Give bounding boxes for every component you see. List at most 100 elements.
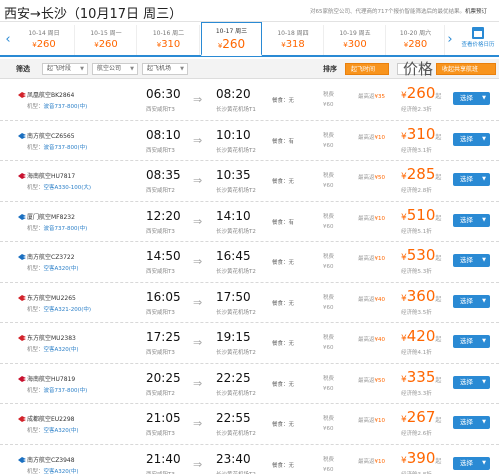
departure-airport: 西安咸阳T3 — [146, 470, 175, 474]
cashback-label: 最高返 — [358, 175, 375, 181]
cashback-promo: 最高返¥10 — [358, 457, 385, 465]
date-tab[interactable]: 10-20 周六 ¥280 — [387, 25, 445, 55]
cashback-label: 最高返 — [358, 377, 375, 384]
select-flight-button[interactable]: 选择 ▼ — [453, 335, 490, 348]
filter-bar: 筛选 起飞时段 ▼ 航空公司 ▼ 起飞机场 ▼ 排序 起飞时间 价格 收起共享航班 — [0, 59, 499, 79]
tax-value: ¥60 — [323, 426, 334, 432]
plane-model-link[interactable]: 空客A321-200(中) — [44, 307, 92, 313]
dep-airport-filter[interactable]: 起飞机场 ▼ — [142, 63, 188, 75]
date-tab[interactable]: 10-15 周一 ¥260 — [76, 25, 137, 55]
date-tab[interactable]: 10-16 周二 ¥310 — [138, 25, 200, 55]
arrival-airport: 长沙黄花机场T2 — [216, 188, 256, 194]
select-flight-button[interactable]: 选择 ▼ — [453, 416, 490, 429]
date-tab[interactable]: 10-18 周四 ¥318 — [263, 25, 324, 55]
sort-by-price-button[interactable]: 价格 — [397, 62, 433, 77]
select-flight-button[interactable]: 选择 ▼ — [453, 294, 490, 308]
plane-model-link[interactable]: 空客A330-100(大) — [44, 185, 92, 191]
ticket-price: ¥285起 — [401, 165, 441, 183]
plane-model-link[interactable]: 空客A320(中) — [44, 469, 79, 474]
select-flight-button[interactable]: 选择 ▼ — [453, 132, 490, 146]
select-flight-button[interactable]: 选择 ▼ — [453, 375, 490, 389]
airline-flight-number: 厦门航空MF8232 — [27, 213, 75, 221]
flight-row: 厦门航空MF8232 机型：波音737-800(中) 12:20 西安咸阳T3 ⇒ 14:… — [0, 202, 499, 242]
date-tab[interactable]: 10-19 周五 ¥300 — [325, 25, 386, 55]
plane-model-link[interactable]: 空客A320(中) — [44, 347, 79, 353]
select-flight-button[interactable]: 选择 ▼ — [453, 213, 490, 227]
select-flight-button[interactable]: 选择 ▼ — [453, 254, 490, 267]
plane-model-label: 机型： — [27, 144, 44, 151]
arrival-time: 14:10 — [216, 208, 251, 223]
dep-time-filter[interactable]: 起飞时段 ▼ — [42, 63, 88, 75]
cashback-promo: 最高返¥10 — [358, 416, 385, 424]
chevron-down-icon: ▼ — [482, 95, 486, 101]
date-tab-price-value: 260 — [98, 39, 118, 50]
notice-link[interactable]: 机票预订 — [465, 9, 487, 15]
date-tab-price: ¥300 — [325, 39, 385, 50]
plane-model-link[interactable]: 波音737-800(中) — [44, 388, 88, 394]
tax-value: ¥60 — [323, 264, 334, 270]
plane-model: 机型：波音737-800(中) — [27, 102, 87, 110]
chevron-down-icon: ▼ — [482, 419, 486, 425]
arrival-airport: 长沙黄花机场T1 — [216, 107, 256, 113]
sort-by-time-button[interactable]: 起飞时间 — [345, 63, 389, 75]
airline-filter-label: 航空公司 — [97, 65, 122, 72]
select-flight-button[interactable]: 选择 ▼ — [453, 92, 490, 105]
airline-logo-icon — [18, 254, 26, 260]
plane-model-link[interactable]: 波音737-800(中) — [44, 104, 88, 110]
sort-title: 排序 — [323, 65, 337, 73]
plane-model-link[interactable]: 波音737-800(中) — [44, 145, 88, 151]
flight-list: 凤凰航空BK2864 机型：波音737-800(中) 06:30 西安咸阳T3 ⇒ 08:… — [0, 80, 499, 474]
plane-model: 机型：空客A320(中) — [27, 467, 79, 474]
plane-model: 机型：空客A330-100(大) — [27, 183, 91, 191]
airline-filter[interactable]: 航空公司 ▼ — [92, 63, 138, 75]
ticket-price: ¥335起 — [401, 368, 441, 386]
cashback-promo: 最高返¥10 — [358, 133, 385, 141]
ticket-price: ¥260起 — [401, 84, 441, 102]
ticket-price-value: 260 — [406, 84, 436, 102]
flight-row: 成都航空EU2298 机型：空客A320(中) 21:05 西安咸阳T3 ⇒ 22:55 长… — [0, 404, 499, 445]
arrival-time: 10:10 — [216, 127, 251, 142]
cashback-label: 最高返 — [358, 418, 375, 424]
plane-model-link[interactable]: 空客A320(中) — [44, 428, 79, 434]
airline-flight-number: 南方航空CZ6565 — [27, 132, 75, 140]
tax-label: 税费 — [323, 132, 335, 139]
chevron-down-icon: ▼ — [180, 66, 184, 72]
tax-label: 税费 — [323, 92, 335, 98]
discount-info: 经济舱3.1折 — [401, 147, 432, 154]
plane-model: 机型：空客A320(中) — [27, 426, 79, 434]
hide-shared-flights-button[interactable]: 收起共享航班 — [436, 63, 496, 75]
arrival-time: 10:35 — [216, 168, 251, 182]
arrival-airport: 长沙黄花机场T2 — [216, 470, 256, 474]
departure-time: 08:10 — [146, 127, 181, 142]
select-flight-label: 选择 — [460, 215, 473, 224]
plane-model-label: 机型： — [27, 387, 44, 394]
select-flight-button[interactable]: 选择 ▼ — [453, 456, 490, 470]
date-tab[interactable]: 10-14 周日 ¥260 — [14, 25, 75, 55]
select-flight-label: 选择 — [460, 458, 473, 467]
date-tab[interactable]: 10-17 周三 ¥260 — [201, 22, 262, 56]
airline-flight-number: 东方航空MU2265 — [27, 294, 76, 302]
ticket-price-value: 285 — [406, 165, 436, 183]
cashback-value: ¥50 — [374, 175, 386, 181]
plane-model-link[interactable]: 空客A320(中) — [44, 266, 79, 272]
plane-model-label: 机型： — [27, 185, 44, 191]
cashback-value: ¥10 — [374, 458, 386, 465]
departure-time: 20:25 — [146, 370, 181, 385]
flight-arrow-icon: ⇒ — [193, 417, 203, 430]
flight-arrow-icon: ⇒ — [193, 336, 203, 349]
date-tab-label: 10-14 周日 — [28, 30, 60, 37]
cashback-promo: 最高返¥50 — [358, 376, 385, 384]
date-tab-label: 10-15 周一 — [90, 30, 122, 37]
select-flight-button[interactable]: 选择 ▼ — [453, 173, 490, 186]
discount-info: 经济舱3.3折 — [401, 390, 432, 397]
chevron-down-icon: ▼ — [482, 297, 486, 304]
airline-flight-number: 海南航空HU7817 — [27, 173, 76, 180]
plane-model-link[interactable]: 波音737-800(中) — [44, 226, 88, 232]
dep-time-filter-label: 起飞时段 — [47, 65, 72, 72]
price-calendar-button[interactable]: 查看价格日历 — [458, 26, 498, 54]
ticket-price-value: 310 — [406, 124, 436, 143]
prev-dates-arrow-icon[interactable]: ‹ — [3, 30, 13, 50]
next-dates-arrow-icon[interactable]: › — [445, 30, 455, 50]
tax-label: 税费 — [323, 456, 335, 463]
title-bar: 西安→长沙（10月17日 周三） 对65家航空公司、代理商的717个报价智能筛选… — [0, 0, 499, 22]
